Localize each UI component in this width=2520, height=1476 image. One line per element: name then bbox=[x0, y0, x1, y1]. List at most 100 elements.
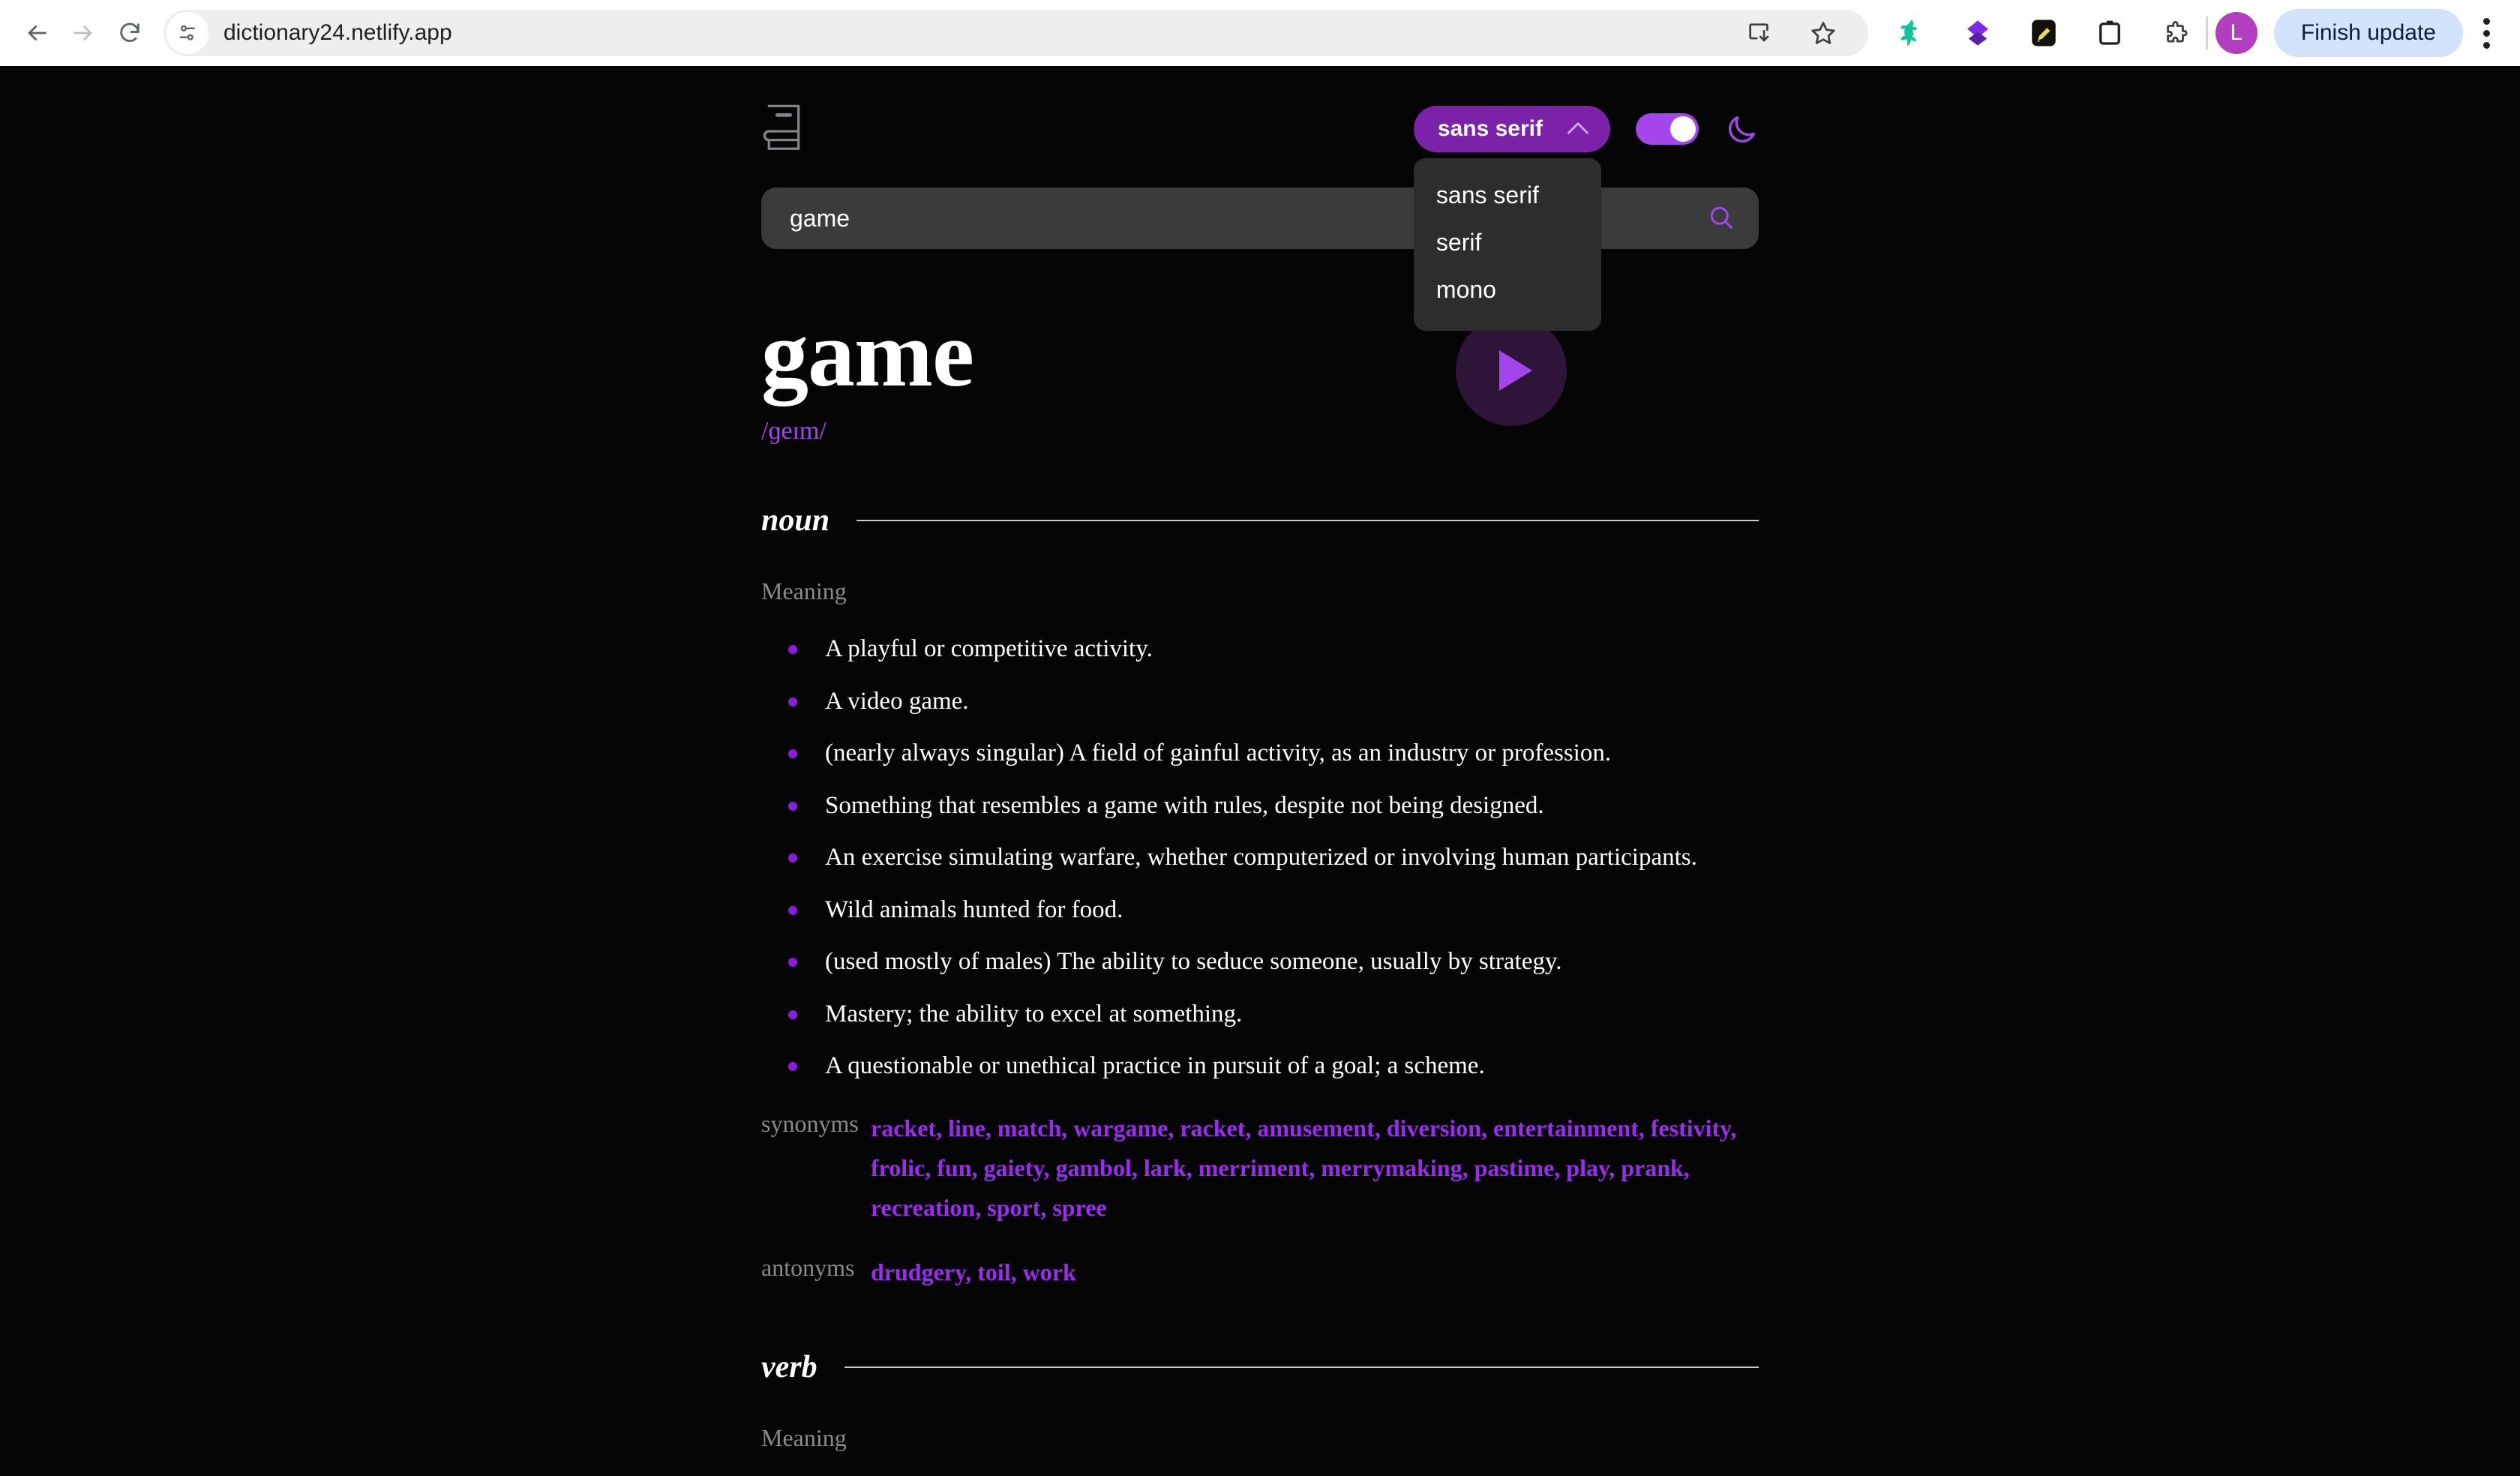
definition-text: An exercise simulating warfare, whether … bbox=[825, 844, 1697, 872]
bullet-icon bbox=[788, 1062, 797, 1072]
related-word[interactable]: recreation, bbox=[871, 1194, 987, 1221]
page-container: sans serif sans serif serif mono game ga… bbox=[761, 66, 1759, 1476]
definition-list: A playful or competitive activity. A vid… bbox=[761, 632, 1759, 1083]
related-word[interactable]: racket, bbox=[871, 1114, 948, 1142]
word-header: game /ɡeɪm/ bbox=[761, 308, 1759, 446]
play-icon bbox=[1499, 350, 1532, 391]
part-of-speech-row: verb bbox=[761, 1349, 1759, 1385]
synonyms-list[interactable]: racket, line, match, wargame, racket, am… bbox=[871, 1108, 1748, 1227]
kebab-dot bbox=[2482, 29, 2490, 37]
related-word[interactable]: work bbox=[1023, 1258, 1076, 1286]
diamond-extension-icon[interactable] bbox=[1955, 10, 2000, 56]
font-option-serif[interactable]: serif bbox=[1414, 219, 1601, 266]
meaning-label: Meaning bbox=[761, 1424, 847, 1452]
related-word[interactable]: toil, bbox=[977, 1258, 1022, 1286]
bullet-icon bbox=[788, 749, 797, 759]
address-bar[interactable]: dictionary24.netlify.app bbox=[164, 10, 1868, 56]
reload-button[interactable] bbox=[106, 10, 153, 56]
divider bbox=[844, 1366, 1759, 1369]
list-item: A video game. bbox=[761, 685, 1759, 718]
antonyms-list[interactable]: drudgery, toil, work bbox=[871, 1252, 1076, 1292]
book-logo-icon bbox=[761, 103, 805, 156]
bullet-icon bbox=[788, 905, 797, 915]
finish-update-button[interactable]: Finish update bbox=[2273, 9, 2463, 57]
related-word[interactable]: amusement, bbox=[1257, 1114, 1386, 1142]
clipboard-extension-icon[interactable] bbox=[2087, 10, 2132, 56]
list-item: Something that resembles a game with rul… bbox=[761, 789, 1759, 823]
forward-button[interactable] bbox=[60, 10, 106, 56]
synonyms-label: synonyms bbox=[761, 1109, 859, 1137]
toolbar-divider bbox=[2205, 16, 2208, 50]
font-option-mono[interactable]: mono bbox=[1414, 266, 1601, 314]
related-word[interactable]: spree bbox=[1052, 1194, 1106, 1221]
play-pronunciation-button[interactable] bbox=[1456, 315, 1567, 426]
page-title: game bbox=[761, 302, 974, 406]
definition-text: A playful or competitive activity. bbox=[825, 635, 1153, 662]
search-bar[interactable] bbox=[761, 188, 1759, 249]
related-word[interactable]: merriment, bbox=[1198, 1154, 1321, 1181]
site-info-icon[interactable] bbox=[166, 12, 208, 54]
bookmark-star-icon[interactable] bbox=[1801, 10, 1846, 56]
related-word[interactable]: festivity, bbox=[1651, 1114, 1737, 1142]
bullet-icon bbox=[788, 697, 797, 706]
font-select-trigger[interactable]: sans serif bbox=[1413, 106, 1610, 152]
list-item: A playful or competitive activity. bbox=[761, 632, 1759, 666]
related-word[interactable]: play, bbox=[1566, 1154, 1621, 1181]
avatar[interactable]: L bbox=[2215, 12, 2258, 54]
browser-toolbar: dictionary24.netlify.app L Finish update bbox=[0, 0, 2520, 66]
related-word[interactable]: racket, bbox=[1180, 1114, 1257, 1142]
definition-text: Mastery; the ability to excel at somethi… bbox=[825, 1000, 1243, 1028]
extensions-puzzle-icon[interactable] bbox=[2153, 10, 2198, 56]
synonyms-row: synonyms racket, line, match, wargame, r… bbox=[761, 1108, 1759, 1227]
search-icon bbox=[1708, 204, 1735, 233]
word-phonetic: /ɡeɪm/ bbox=[761, 417, 826, 445]
definition-text: (nearly always singular) A field of gain… bbox=[825, 740, 1612, 767]
list-item: A questionable or unethical practice in … bbox=[761, 1049, 1759, 1083]
kebab-dot bbox=[2482, 17, 2490, 25]
list-item: Mastery; the ability to excel at somethi… bbox=[761, 998, 1759, 1031]
header-controls: sans serif sans serif serif mono bbox=[1413, 106, 1759, 331]
part-of-speech-label: verb bbox=[761, 1350, 818, 1385]
related-word[interactable]: match, bbox=[998, 1114, 1073, 1142]
list-item: An exercise simulating warfare, whether … bbox=[761, 841, 1759, 874]
antonyms-label: antonyms bbox=[761, 1254, 855, 1282]
related-word[interactable]: line, bbox=[948, 1114, 998, 1142]
bullet-icon bbox=[788, 801, 797, 811]
search-button[interactable] bbox=[1703, 200, 1739, 238]
related-word[interactable]: entertainment, bbox=[1493, 1114, 1651, 1142]
related-word[interactable]: sport, bbox=[987, 1194, 1052, 1221]
related-word[interactable]: diversion, bbox=[1387, 1114, 1493, 1142]
moon-icon[interactable] bbox=[1724, 112, 1759, 146]
related-word[interactable]: lark, bbox=[1144, 1154, 1198, 1181]
chevron-up-icon bbox=[1567, 122, 1589, 137]
related-word[interactable]: drudgery, bbox=[871, 1258, 977, 1286]
bullet-icon bbox=[788, 854, 797, 863]
related-word[interactable]: wargame, bbox=[1073, 1114, 1180, 1142]
chrome-menu-icon[interactable] bbox=[2466, 9, 2506, 57]
related-word[interactable]: pastime, bbox=[1474, 1154, 1567, 1181]
entry-verb: verb Meaning To gamble. bbox=[761, 1349, 1759, 1476]
related-word[interactable]: gaiety, bbox=[984, 1154, 1056, 1181]
install-app-icon[interactable] bbox=[1736, 10, 1781, 56]
font-select-menu[interactable]: sans serif serif mono bbox=[1413, 158, 1601, 331]
meaning-label: Meaning bbox=[761, 578, 847, 604]
list-item: Wild animals hunted for food. bbox=[761, 893, 1759, 927]
font-selector: sans serif sans serif serif mono bbox=[1413, 106, 1610, 331]
related-word[interactable]: merrymaking, bbox=[1321, 1154, 1474, 1181]
related-word[interactable]: frolic, bbox=[871, 1154, 937, 1181]
font-option-sans-serif[interactable]: sans serif bbox=[1414, 172, 1601, 219]
back-button[interactable] bbox=[14, 10, 60, 56]
font-select-value: sans serif bbox=[1437, 116, 1543, 141]
grammarly-extension-icon[interactable] bbox=[1889, 10, 1934, 56]
related-word[interactable]: gambol, bbox=[1056, 1154, 1144, 1181]
url-text: dictionary24.netlify.app bbox=[224, 20, 452, 45]
definition-text: A video game. bbox=[825, 687, 969, 715]
divider bbox=[856, 520, 1759, 521]
definition-text: (used mostly of males) The ability to se… bbox=[825, 948, 1562, 976]
page-viewport: sans serif sans serif serif mono game ga… bbox=[0, 66, 2520, 1476]
theme-toggle-switch[interactable] bbox=[1636, 113, 1699, 145]
related-word[interactable]: fun, bbox=[937, 1154, 983, 1181]
related-word[interactable]: prank, bbox=[1621, 1154, 1690, 1181]
part-of-speech-label: noun bbox=[761, 503, 830, 538]
highlighter-extension-icon[interactable] bbox=[2021, 10, 2066, 56]
